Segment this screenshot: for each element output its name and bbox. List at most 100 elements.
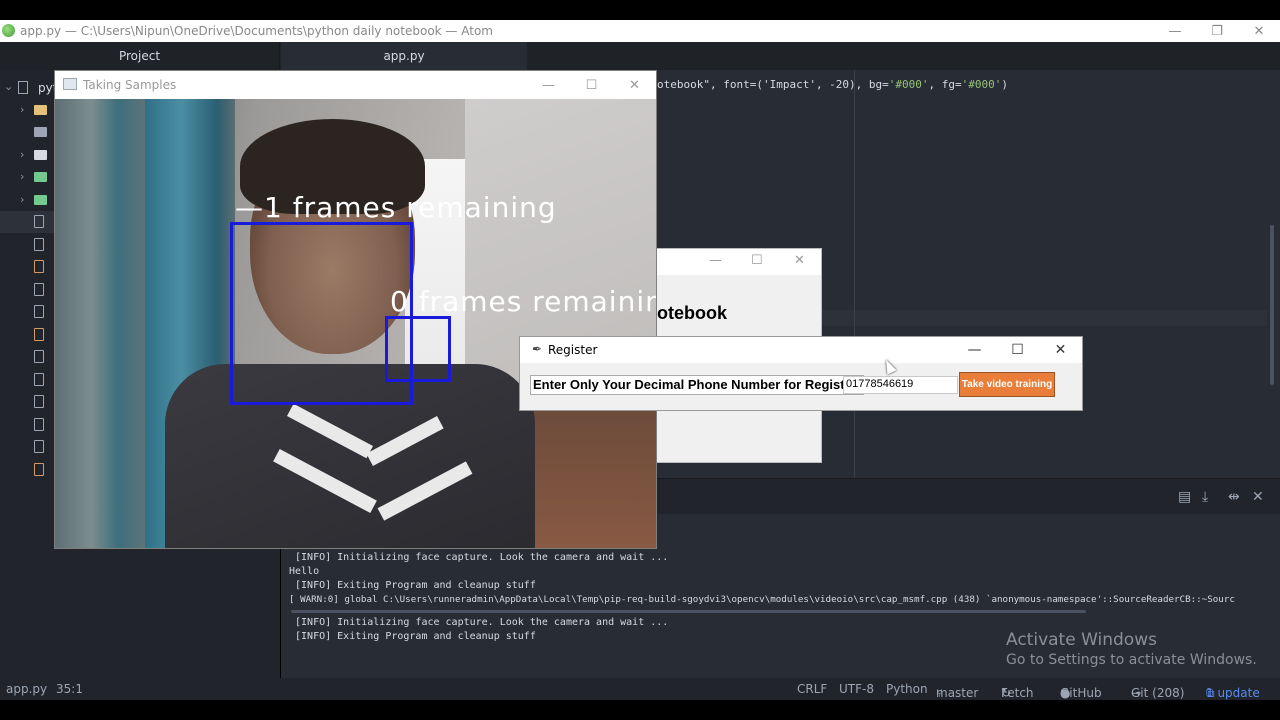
status-grammar[interactable]: Python <box>886 682 928 696</box>
tree-file-item[interactable] <box>0 391 60 413</box>
folder-icon <box>34 105 47 115</box>
terminal-line: [INFO] Exiting Program and cleanup stuff <box>289 580 536 591</box>
status-update-label: 1 update <box>1206 686 1260 700</box>
file-icon <box>34 395 44 408</box>
editor-scrollbar[interactable] <box>1270 225 1274 385</box>
tree-file-item[interactable] <box>0 369 60 391</box>
file-icon <box>34 328 44 341</box>
tree-folder-item[interactable]: › <box>0 189 60 211</box>
samples-titlebar[interactable]: Taking Samples — ☐ ✕ <box>55 71 656 99</box>
split-icon[interactable]: ⇹ <box>1228 489 1240 505</box>
atom-logo-icon <box>2 24 15 37</box>
maximize-icon[interactable]: ☐ <box>996 337 1039 363</box>
watermark-title: Activate Windows <box>1006 630 1157 650</box>
maximize-icon[interactable]: ☐ <box>751 253 763 268</box>
feather-icon: ✒ <box>532 342 543 356</box>
close-icon[interactable]: ✕ <box>1238 20 1280 42</box>
tree-file-item[interactable] <box>0 256 60 278</box>
terminal-line: Hello <box>289 566 320 577</box>
file-icon <box>34 350 44 363</box>
chevron-right-icon: › <box>20 170 25 183</box>
close-icon[interactable]: ✕ <box>613 71 656 99</box>
status-git-label: Git (208) <box>1131 686 1185 700</box>
tree-file-item[interactable] <box>0 414 60 436</box>
window-title: app.py — C:\Users\Nipun\OneDrive\Documen… <box>20 24 493 38</box>
chevron-right-icon: › <box>20 103 25 116</box>
close-icon[interactable]: ✕ <box>1252 489 1264 505</box>
folder-icon <box>34 127 47 137</box>
curtain <box>55 99 145 548</box>
folder-icon <box>34 150 47 160</box>
shirt-stripe <box>286 403 374 459</box>
notebook-heading: otebook <box>657 303 727 323</box>
tree-file-item[interactable] <box>0 301 60 323</box>
code-string: '#000' <box>961 78 1002 91</box>
taking-samples-window[interactable]: Taking Samples — ☐ ✕ —1 frames remaining… <box>54 70 657 549</box>
register-window[interactable]: ✒ Register — ☐ ✕ Enter Only Your Decimal… <box>519 336 1083 411</box>
chevron-right-icon: › <box>20 148 25 161</box>
tree-folder-item[interactable]: › <box>0 144 60 166</box>
samples-title: Taking Samples <box>83 78 177 92</box>
terminal-line: [INFO] Initializing face capture. Look t… <box>289 617 669 628</box>
file-icon <box>34 373 44 386</box>
file-icon <box>34 305 44 318</box>
phone-number-input[interactable]: 01778546619 <box>843 376 958 394</box>
close-icon[interactable]: ✕ <box>1039 337 1082 363</box>
tree-file-item[interactable] <box>0 459 60 481</box>
document-icon[interactable]: ▤ <box>1178 489 1191 505</box>
camera-feed: —1 frames remaining 0 frames remainin <box>55 99 656 548</box>
status-file[interactable]: app.py <box>6 682 47 696</box>
download-icon[interactable]: ⤓ <box>1202 489 1208 505</box>
face-detection-box <box>385 316 451 382</box>
tab-bar: Project app.py <box>0 42 1280 70</box>
tree-file-item[interactable] <box>0 234 60 256</box>
watermark-subtitle: Go to Settings to activate Windows. <box>1006 652 1257 668</box>
terminal-line: [INFO] Initializing face capture. Look t… <box>289 552 669 563</box>
terminal-line: [INFO] Exiting Program and cleanup stuff <box>289 631 536 642</box>
window-icon <box>63 78 77 90</box>
wrap-guide <box>854 70 855 478</box>
minimize-icon[interactable]: — <box>953 337 996 363</box>
register-titlebar[interactable]: ✒ Register — ☐ ✕ <box>520 337 1082 363</box>
status-encoding[interactable]: UTF-8 <box>839 682 874 696</box>
activate-windows-watermark: Activate Windows Go to Settings to activ… <box>1006 630 1257 668</box>
take-video-training-button[interactable]: Take video training <box>959 372 1055 397</box>
notebook-titlebar[interactable]: — ☐ ✕ <box>657 249 821 275</box>
phone-number-label: Enter Only Your Decimal Phone Number for… <box>530 375 865 395</box>
terminal-scrollbar[interactable] <box>291 610 1086 613</box>
tree-file-item[interactable] <box>0 436 60 458</box>
terminal-toolbar: ▤ ⤓ ⇹ ✕ <box>656 478 1280 514</box>
screen-border <box>0 700 1280 720</box>
status-line-ending[interactable]: CRLF <box>797 682 827 696</box>
tab-project[interactable]: Project <box>0 42 280 70</box>
file-icon <box>34 215 44 228</box>
shirt-stripe <box>377 461 473 521</box>
tree-folder-item[interactable]: › <box>0 99 60 121</box>
status-branch-label: master <box>936 686 979 700</box>
folder-icon <box>34 195 47 205</box>
close-icon[interactable]: ✕ <box>794 253 805 268</box>
tree-folder-item[interactable] <box>0 121 60 143</box>
tree-folder-item[interactable]: › <box>0 166 60 188</box>
frames-remaining-overlay: 0 frames remainin <box>390 285 656 318</box>
status-cursor-position[interactable]: 35:1 <box>56 682 83 696</box>
file-icon <box>34 418 44 431</box>
tab-app-py[interactable]: app.py <box>281 42 527 70</box>
maximize-icon[interactable]: ☐ <box>570 71 613 99</box>
repo-icon <box>18 81 28 94</box>
code-text: , fg= <box>928 78 962 91</box>
tree-file-item[interactable] <box>0 324 60 346</box>
minimize-icon[interactable]: — <box>527 71 570 99</box>
file-icon <box>34 260 44 273</box>
atom-titlebar: app.py — C:\Users\Nipun\OneDrive\Documen… <box>0 20 1280 42</box>
minimize-icon[interactable]: — <box>709 253 722 268</box>
code-text: otebook", font=('Impact', -20), bg= <box>657 78 889 91</box>
restore-icon[interactable]: ❐ <box>1196 20 1238 42</box>
minimize-icon[interactable]: — <box>1154 20 1196 42</box>
tree-file-item[interactable] <box>0 346 60 368</box>
tree-file-item[interactable] <box>0 279 60 301</box>
code-text: ) <box>1001 78 1009 91</box>
status-github-label: GitHub <box>1060 686 1102 700</box>
code-string: '#000' <box>888 78 929 91</box>
chevron-down-icon: ⌄ <box>4 80 14 93</box>
